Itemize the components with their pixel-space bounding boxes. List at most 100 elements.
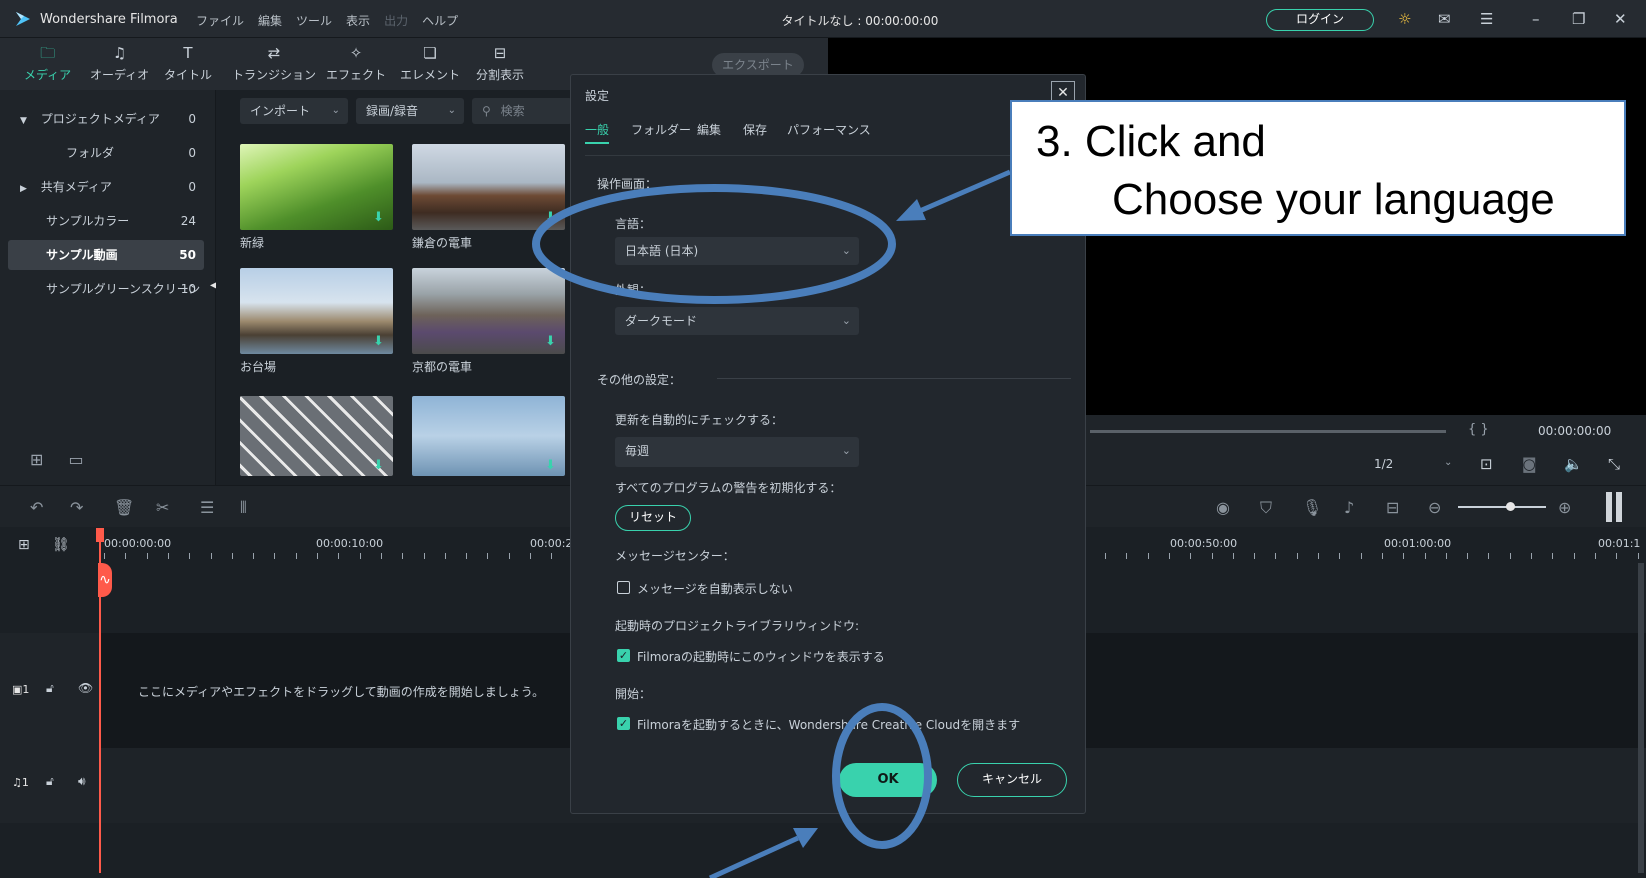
update-frequency-select[interactable]: 毎週 ⌄ xyxy=(615,437,859,467)
sidebar-item-count: 10 xyxy=(180,282,196,296)
zoom-slider[interactable] xyxy=(1458,506,1546,508)
tab-general[interactable]: 一般 xyxy=(585,121,610,144)
download-icon[interactable]: ⬇ xyxy=(373,334,385,349)
mail-icon[interactable]: ✉ xyxy=(1438,10,1451,28)
tab-save[interactable]: 保存 xyxy=(743,121,767,138)
undo-icon[interactable]: ↶ xyxy=(30,498,43,517)
tab-audio[interactable]: ♫ オーディオ xyxy=(90,44,149,83)
zoom-in-icon[interactable]: ⊕ xyxy=(1558,498,1571,517)
ruler-tick xyxy=(1488,553,1489,559)
tab-performance[interactable]: パフォーマンス xyxy=(787,121,871,138)
sidebar-item-sample-green-screen[interactable]: サンプルグリーンスクリーン 10 xyxy=(8,274,204,304)
sidebar-item-shared-media[interactable]: ▶ 共有メディア 0 xyxy=(8,172,204,202)
message-auto-display-checkbox[interactable] xyxy=(617,581,630,594)
zoom-slider-knob[interactable] xyxy=(1506,502,1515,511)
tab-titles[interactable]: T タイトル xyxy=(164,44,212,83)
link-icon[interactable]: ⛓ xyxy=(52,537,70,553)
list-menu-icon[interactable]: ☰ xyxy=(1480,10,1493,28)
login-button[interactable]: ログイン xyxy=(1266,9,1374,31)
chevron-down-icon[interactable]: ⌄ xyxy=(1444,457,1452,468)
audio-wave-icon[interactable]: ⫴ xyxy=(240,498,247,518)
tab-folder[interactable]: フォルダー xyxy=(631,121,691,138)
tab-split-screen[interactable]: ⊟ 分割表示 xyxy=(476,44,524,83)
media-thumbnail[interactable]: ⬇ xyxy=(412,396,565,476)
theme-select[interactable]: ダークモード ⌄ xyxy=(615,307,859,335)
import-dropdown[interactable]: インポート ⌄ xyxy=(240,98,348,124)
media-thumbnail[interactable]: ⬇ xyxy=(240,396,393,476)
new-folder-icon[interactable]: ⊞ xyxy=(30,450,43,469)
search-input[interactable]: ⚲ 検索 xyxy=(472,98,572,124)
media-thumbnail[interactable]: ⬇ xyxy=(412,144,565,230)
filmora-window: Wondershare Filmora ファイル 編集 ツール 表示 出力 ヘル… xyxy=(0,0,1646,878)
reset-button[interactable]: リセット xyxy=(615,505,691,531)
download-icon[interactable]: ⬇ xyxy=(373,210,385,225)
voiceover-icon[interactable]: ♪ xyxy=(1344,498,1354,517)
creative-cloud-checkbox[interactable]: ✓ xyxy=(617,717,630,730)
adjust-icon[interactable]: ☰ xyxy=(200,498,214,517)
ok-button[interactable]: OK xyxy=(839,763,937,797)
lock-icon[interactable]: 🔓︎ xyxy=(46,774,54,789)
add-track-icon[interactable]: ⊞ xyxy=(18,537,30,553)
lock-icon[interactable]: 🔓︎ xyxy=(46,681,54,696)
playhead-handle[interactable]: ∿ xyxy=(98,563,112,597)
folder-outline-icon[interactable]: ▭ xyxy=(69,450,84,469)
timeline-scrollbar[interactable] xyxy=(1638,563,1644,873)
microphone-icon[interactable]: 🎙 xyxy=(1302,498,1322,517)
mark-in-out-brackets[interactable]: { } xyxy=(1468,422,1489,437)
video-track-icon: ▣1 xyxy=(12,683,30,696)
restore-icon[interactable]: ❐ xyxy=(1572,10,1585,28)
sidebar-item-folder[interactable]: フォルダ 0 xyxy=(8,138,204,168)
cancel-button[interactable]: キャンセル xyxy=(957,763,1067,797)
tab-media[interactable]: 🗀 メディア xyxy=(24,44,72,92)
preview-progress-bar[interactable] xyxy=(1090,430,1446,433)
menu-edit[interactable]: 編集 xyxy=(258,12,282,29)
ruler-tick xyxy=(253,553,254,559)
download-icon[interactable]: ⬇ xyxy=(545,334,557,349)
effects-icon: ✧ xyxy=(349,44,363,62)
redo-icon[interactable]: ↷ xyxy=(70,498,83,517)
project-library-checkbox[interactable]: ✓ xyxy=(617,649,630,662)
sidebar-item-sample-colors[interactable]: サンプルカラー 24 xyxy=(8,206,204,236)
zoom-ratio[interactable]: 1/2 xyxy=(1374,457,1393,471)
media-thumbnail[interactable]: ⬇ xyxy=(412,268,565,354)
delete-icon[interactable]: 🗑 xyxy=(114,498,134,517)
sidebar-item-sample-videos[interactable]: サンプル動画 50 xyxy=(8,240,204,270)
speaker-icon[interactable]: 🔊︎ xyxy=(78,774,86,789)
ruler-tick xyxy=(1574,553,1575,559)
render-icon[interactable]: ◉ xyxy=(1216,498,1230,517)
record-dropdown[interactable]: 録画/録音 ⌄ xyxy=(356,98,464,124)
update-check-label: 更新を自動的にチェックする： xyxy=(615,413,784,427)
media-thumbnail[interactable]: ⬇ xyxy=(240,144,393,230)
sidebar-item-label: フォルダ xyxy=(66,146,115,160)
download-icon[interactable]: ⬇ xyxy=(373,458,385,473)
playhead-top-marker[interactable] xyxy=(96,528,104,542)
download-icon[interactable]: ⬇ xyxy=(545,210,557,225)
menu-tools[interactable]: ツール xyxy=(296,12,332,29)
volume-icon[interactable]: 🔈 xyxy=(1564,455,1583,473)
fullscreen-icon[interactable]: ⤡ xyxy=(1608,455,1620,473)
menu-view[interactable]: 表示 xyxy=(346,12,370,29)
fit-icon[interactable]: ⊟ xyxy=(1386,498,1399,517)
tab-edit[interactable]: 編集 xyxy=(697,121,721,138)
camera-icon[interactable]: ◙ xyxy=(1522,455,1537,473)
cut-icon[interactable]: ✂ xyxy=(156,498,169,517)
eye-icon[interactable]: 👁 xyxy=(78,681,93,695)
download-icon[interactable]: ⬇ xyxy=(545,458,557,473)
language-select[interactable]: 日本語 (日本) ⌄ xyxy=(615,237,859,265)
lightbulb-icon[interactable]: ☼ xyxy=(1398,10,1411,28)
tab-transitions[interactable]: ⇄ トランジション xyxy=(232,44,316,83)
menu-help[interactable]: ヘルプ xyxy=(422,12,458,29)
zoom-out-icon[interactable]: ⊖ xyxy=(1428,498,1441,517)
minimize-icon[interactable]: – xyxy=(1532,10,1540,28)
tab-elements[interactable]: ❏ エレメント xyxy=(400,44,460,83)
ruler-tick xyxy=(317,553,318,559)
display-icon[interactable]: ⊡ xyxy=(1480,455,1493,473)
media-thumbnail[interactable]: ⬇ xyxy=(240,268,393,354)
pause-bar-left xyxy=(1606,492,1612,522)
sidebar-item-project-media[interactable]: ▼ プロジェクトメディア 0 xyxy=(8,104,204,134)
marker-icon[interactable]: ⛉ xyxy=(1260,498,1272,518)
tab-effects[interactable]: ✧ エフェクト xyxy=(326,44,386,83)
video-track-number: 1 xyxy=(22,683,30,696)
close-window-icon[interactable]: ✕ xyxy=(1614,10,1627,28)
menu-file[interactable]: ファイル xyxy=(196,12,244,29)
